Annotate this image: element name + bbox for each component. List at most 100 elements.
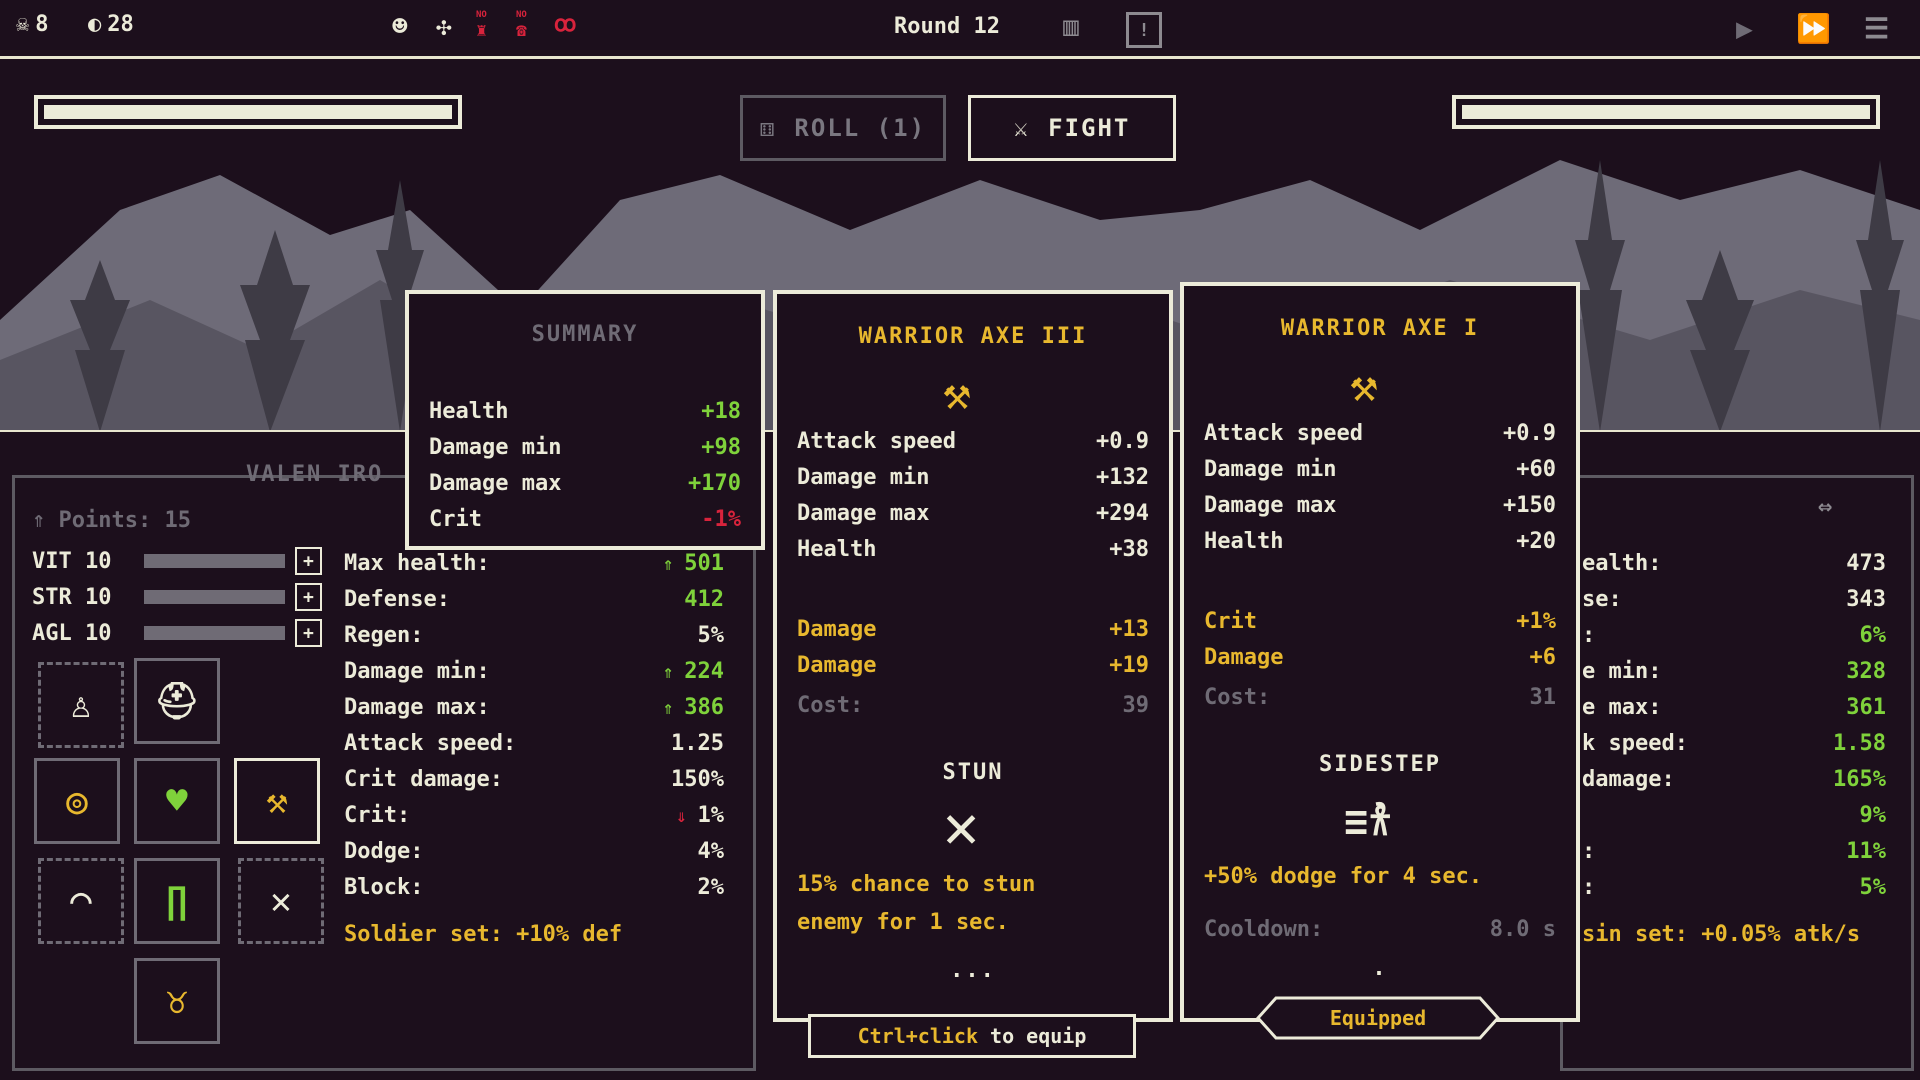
item-stat-row: Health +38 — [797, 532, 1149, 566]
legs-slot[interactable]: ∏ — [134, 858, 220, 944]
stat-value-group: 361 — [1846, 695, 1886, 720]
equipped-item-title: WARRIOR AXE I — [1280, 316, 1480, 341]
stat-label: ealth: — [1582, 550, 1662, 576]
stat-label: Damage min — [1204, 456, 1337, 482]
stat-value-group: 11% — [1846, 839, 1886, 864]
no-trophy-icon[interactable]: NO ♜ — [476, 10, 487, 41]
stat-value-group: ⇑ 224 — [663, 659, 724, 684]
player-stat-row: Dodge: 4% — [344, 834, 724, 868]
stat-value: 501 — [684, 550, 724, 576]
shield-slot[interactable]: ◎ — [34, 758, 120, 844]
enemy-stat-row: 9% — [1582, 798, 1887, 832]
ring-slot[interactable]: ◠ — [38, 858, 124, 944]
fight-button[interactable]: ⚔ FIGHT — [968, 95, 1176, 161]
coin-icon: ◐ — [88, 12, 102, 37]
alert-icon[interactable]: ! — [1126, 12, 1162, 48]
skull-count: 8 — [35, 12, 49, 37]
enemy-stat-row: e max: 361 — [1582, 690, 1886, 724]
amulet-slot[interactable]: ♙ — [38, 662, 124, 748]
stat-label: Damage — [797, 616, 877, 642]
stat-value: +132 — [1096, 464, 1149, 490]
menu-icon[interactable]: ☰ — [1864, 12, 1889, 45]
stat-label: Crit damage: — [344, 766, 503, 792]
dice-icon: ⚅ — [759, 114, 777, 142]
stat-value-group: +0.9 — [1096, 429, 1149, 454]
stat-value-group: +38 — [1109, 537, 1149, 562]
player-stat-row: Damage max: ⇑ 386 — [344, 690, 724, 724]
stat-value: -1% — [701, 506, 741, 532]
stun-icon: ✕ — [943, 792, 980, 862]
fast-forward-icon[interactable]: ⏩ — [1796, 12, 1831, 45]
enemy-stat-row: se: 343 — [1582, 582, 1886, 616]
stat-label: damage: — [1582, 766, 1675, 792]
summary-title: SUMMARY — [531, 322, 639, 347]
stat-value-group: 6% — [1860, 623, 1887, 648]
stun-ability-title: STUN — [942, 760, 1004, 785]
stat-up-arrow-icon: ⇑ — [662, 697, 685, 719]
round-shield-icon: ◎ — [66, 780, 88, 822]
helmet-slot[interactable]: ⛑ — [134, 658, 220, 744]
stat-value-group: +98 — [701, 435, 741, 460]
more-dots: . — [1372, 956, 1388, 981]
stat-down-arrow-icon: ⇓ — [675, 805, 698, 827]
attribute-str: STR 10 + — [32, 582, 322, 612]
add-agl-button[interactable]: + — [294, 619, 322, 647]
stat-label: Damage max — [1204, 492, 1337, 518]
stat-value-group: ⇓ 1% — [676, 803, 724, 828]
stat-value-group: +294 — [1096, 501, 1149, 526]
player-stat-row: Max health: ⇑ 501 — [344, 546, 724, 580]
stat-label: Block: — [344, 874, 424, 900]
stat-value: 4% — [697, 838, 725, 864]
boots-slot[interactable]: ♉ — [134, 958, 220, 1044]
stat-value-group: +19 — [1109, 653, 1149, 678]
play-icon[interactable]: ▶ — [1736, 12, 1753, 45]
stat-label: Damage min — [429, 434, 562, 460]
stat-label: k speed: — [1582, 730, 1688, 756]
stat-value-group: 165% — [1833, 767, 1886, 792]
equipped-item-cost: Cost: 31 — [1204, 684, 1556, 710]
offhand-slot[interactable]: ✕ — [238, 858, 324, 944]
stat-value: 1.58 — [1833, 730, 1886, 756]
sidestep-icon: ≡𐀪 — [1344, 799, 1393, 845]
stat-label: Crit — [1204, 608, 1257, 634]
hooded-face-icon[interactable]: ☻ — [392, 12, 408, 42]
stat-value-group: 343 — [1846, 587, 1886, 612]
stun-description-line2: enemy for 1 sec. — [797, 910, 1009, 935]
ring-icon: ◠ — [70, 880, 92, 922]
no-heal-icon[interactable]: NO ☎ — [516, 10, 527, 41]
swap-arrows-icon[interactable]: ⇔ — [1818, 492, 1832, 520]
stat-up-arrow-icon: ⇑ — [662, 553, 685, 575]
blood-drops-icon[interactable]: ꝏ — [554, 12, 576, 37]
stat-value: +0.9 — [1503, 420, 1556, 446]
stat-value-group: 412 — [684, 587, 724, 612]
stat-value-group: +6 — [1530, 645, 1557, 670]
stat-value: 473 — [1846, 550, 1886, 576]
pants-icon: ∏ — [166, 880, 188, 922]
stat-value: +0.9 — [1096, 428, 1149, 454]
stat-value: +98 — [701, 434, 741, 460]
stat-value-group: +20 — [1516, 529, 1556, 554]
stat-value: +13 — [1109, 616, 1149, 642]
stat-label: Crit — [429, 506, 482, 532]
stat-value-group: +132 — [1096, 465, 1149, 490]
enemy-stat-row: ealth: 473 — [1582, 546, 1886, 580]
stat-value-group: -1% — [701, 507, 741, 532]
stat-value: 2% — [697, 874, 725, 900]
coin-counter: ◐ 28 — [88, 12, 134, 37]
stat-value: +18 — [701, 398, 741, 424]
attribute-bar — [144, 554, 285, 568]
stat-value-group: 4% — [698, 839, 725, 864]
roll-button[interactable]: ⚅ ROLL (1) — [740, 95, 946, 161]
armor-slot[interactable]: ♥ — [134, 758, 220, 844]
weapon-slot[interactable]: ⚒ — [234, 758, 320, 844]
stat-value: +20 — [1516, 528, 1556, 554]
stat-value: 224 — [684, 658, 724, 684]
crossed-bones-icon[interactable]: ✣ — [436, 12, 452, 42]
stat-value-group: ⇑ 386 — [663, 695, 724, 720]
add-str-button[interactable]: + — [294, 583, 322, 611]
summary-row: Crit -1% — [429, 502, 741, 536]
summary-row: Damage max +170 — [429, 466, 741, 500]
stat-value: +6 — [1529, 644, 1557, 670]
map-icon[interactable]: ▥ — [1056, 12, 1086, 42]
add-vit-button[interactable]: + — [294, 547, 322, 575]
